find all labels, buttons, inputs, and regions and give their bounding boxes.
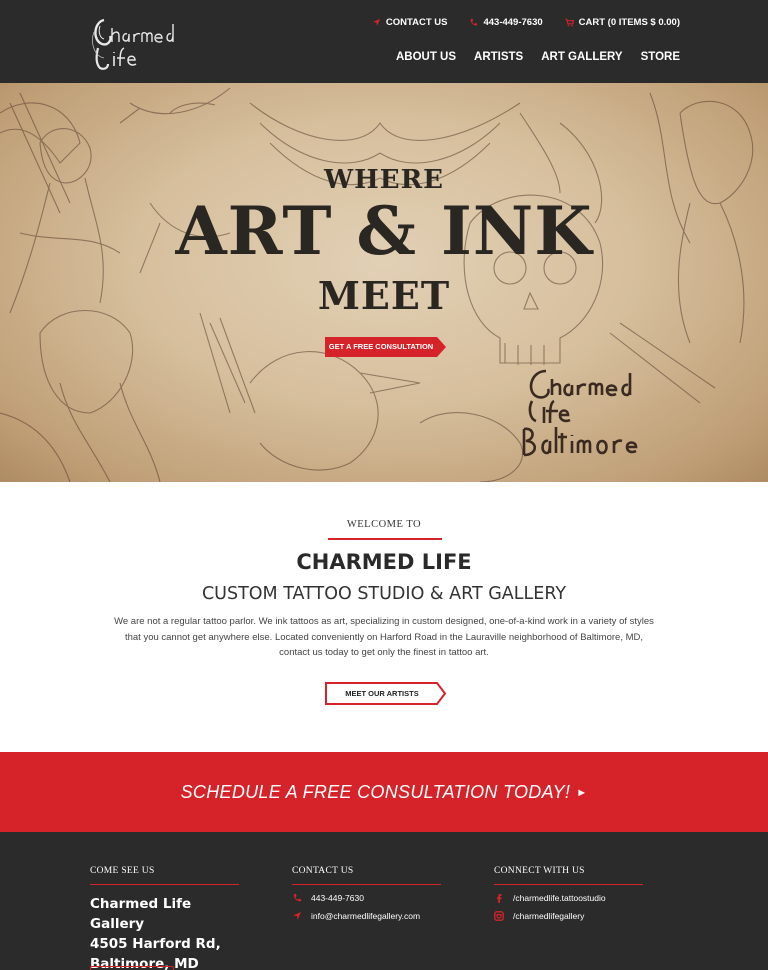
location-arrow-icon	[372, 18, 380, 27]
facebook-icon	[497, 894, 502, 903]
footer-social-column: CONNECT WITH US /charmedlife.tattoostudi…	[494, 866, 644, 921]
instagram-icon	[494, 911, 504, 921]
contact-us-label: CONTACT US	[385, 17, 448, 28]
meet-our-artists-label: MEET OUR ARTISTS	[345, 689, 419, 698]
phone-icon	[471, 18, 478, 26]
gallery-street: 4505 Harford Rd,	[90, 936, 221, 952]
welcome-section: WELCOME TO CHARMED LIFE CUSTOM TATTOO ST…	[0, 482, 768, 752]
schedule-consultation-text: SCHEDULE A FREE CONSULTATION TODAY! ►	[0, 782, 768, 803]
footer-phone-link[interactable]: 443-449-7630	[311, 893, 364, 903]
footer-email: info@charmedlifegallery.com	[292, 911, 442, 921]
play-arrow-icon: ►	[576, 787, 588, 799]
phone-label: 443-449-7630	[483, 17, 543, 28]
nav-artists[interactable]: ARTISTS	[474, 51, 523, 63]
phone-icon	[293, 894, 301, 902]
schedule-consultation-banner[interactable]: SCHEDULE A FREE CONSULTATION TODAY! ►	[0, 752, 768, 832]
welcome-description: We are not a regular tattoo parlor. We i…	[114, 616, 654, 658]
contact-us-link[interactable]: CONTACT US	[372, 17, 448, 28]
hero-banner: WHERE ART & INK MEET GET A FREE CONSULTA…	[0, 83, 768, 482]
cart-label: CART (0 ITEMS $ 0.00)	[578, 17, 680, 28]
footer-contact-column: CONTACT US 443-449-7630 info@charmedlife…	[292, 866, 442, 921]
welcome-divider	[328, 538, 442, 540]
gallery-address: Charmed Life Gallery 4505 Harford Rd, Ba…	[90, 894, 240, 970]
footer-phone: 443-449-7630	[292, 893, 442, 903]
directions-button[interactable]	[90, 966, 174, 970]
footer-instagram: /charmedlifegallery	[494, 911, 644, 921]
welcome-title: CHARMED LIFE	[296, 550, 472, 574]
main-nav: ABOUT US ARTISTS ART GALLERY STORE	[396, 51, 680, 63]
location-arrow-icon	[293, 912, 301, 920]
schedule-consultation-label: SCHEDULE A FREE CONSULTATION TODAY!	[180, 782, 571, 802]
cart-icon	[565, 18, 574, 27]
welcome-subtitle: CUSTOM TATTOO STUDIO & ART GALLERY	[201, 584, 567, 604]
gallery-name: Charmed Life Gallery	[90, 896, 192, 932]
cart-link[interactable]: CART (0 ITEMS $ 0.00)	[565, 17, 680, 28]
footer-location-column: COME SEE US Charmed Life Gallery 4505 Ha…	[90, 866, 240, 970]
footer-social-heading: CONNECT WITH US	[494, 866, 585, 876]
facebook-link[interactable]: /charmedlife.tattoostudio	[513, 893, 606, 903]
script-logo-image	[522, 369, 638, 457]
free-consultation-button[interactable]: GET A FREE CONSULTATION	[325, 337, 446, 357]
charmed-life-logo[interactable]	[90, 12, 186, 72]
footer-divider	[292, 884, 441, 885]
footer-email-link[interactable]: info@charmedlifegallery.com	[311, 911, 420, 921]
hero-tagline: MEET	[317, 273, 451, 318]
welcome-kicker: WELCOME TO	[346, 519, 422, 530]
nav-about-us[interactable]: ABOUT US	[396, 51, 456, 63]
footer-divider	[90, 884, 239, 885]
footer-contact-heading: CONTACT US	[292, 866, 354, 876]
site-header: CONTACT US 443-449-7630 CART (0 ITEMS $ …	[0, 0, 768, 83]
footer-location-heading: COME SEE US	[90, 866, 155, 876]
footer-divider	[494, 884, 643, 885]
phone-link[interactable]: 443-449-7630	[469, 17, 543, 28]
nav-art-gallery[interactable]: ART GALLERY	[541, 51, 622, 63]
site-footer: COME SEE US Charmed Life Gallery 4505 Ha…	[0, 832, 768, 970]
utility-nav: CONTACT US 443-449-7630 CART (0 ITEMS $ …	[372, 17, 680, 28]
hero-headline: ART & INK	[175, 192, 593, 270]
logo-image	[92, 18, 174, 70]
meet-our-artists-button[interactable]: MEET OUR ARTISTS	[325, 682, 447, 705]
free-consultation-label: GET A FREE CONSULTATION	[328, 342, 434, 351]
instagram-link[interactable]: /charmedlifegallery	[513, 911, 584, 921]
nav-store[interactable]: STORE	[641, 51, 680, 63]
footer-facebook: /charmedlife.tattoostudio	[494, 893, 644, 903]
charmed-life-baltimore-script-logo	[520, 365, 660, 463]
